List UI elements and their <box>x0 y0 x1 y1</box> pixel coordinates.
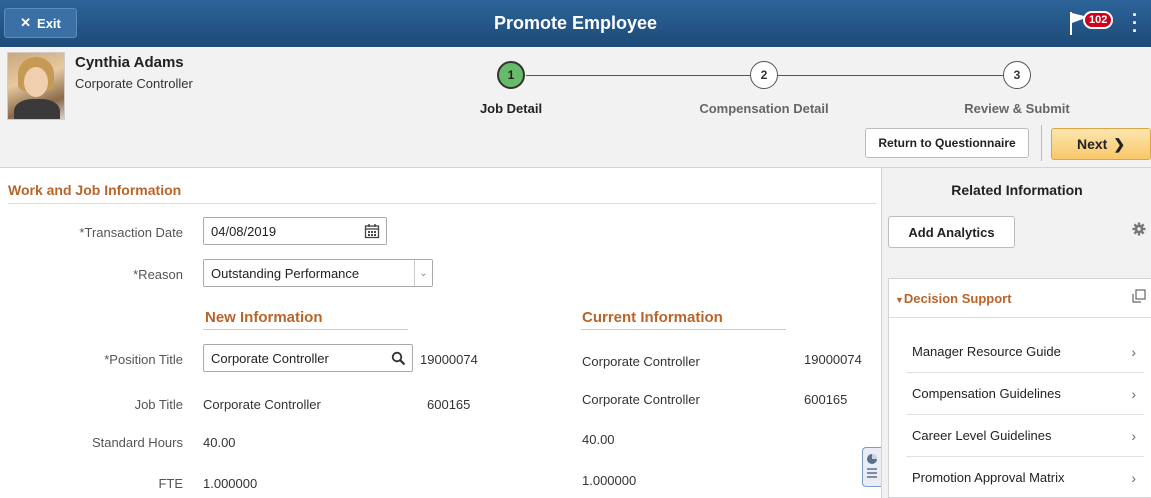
chevron-right-icon: › <box>1131 343 1136 360</box>
next-button[interactable]: Next ❯ <box>1051 128 1151 160</box>
current-job-title: Corporate Controller <box>582 392 700 407</box>
link-career-level-guidelines[interactable]: Career Level Guidelines › <box>906 415 1144 457</box>
next-label: Next <box>1076 136 1108 152</box>
current-information-divider <box>581 329 786 330</box>
chevron-right-icon: ❯ <box>1113 135 1126 152</box>
section-title: Work and Job Information <box>8 182 182 198</box>
link-compensation-guidelines[interactable]: Compensation Guidelines › <box>906 373 1144 415</box>
new-information-divider <box>203 329 408 330</box>
new-job-code: 600165 <box>427 397 471 412</box>
reason-select[interactable]: Outstanding Performance ⌄ <box>203 259 433 287</box>
pie-chart-icon <box>867 454 877 478</box>
link-promotion-approval-matrix[interactable]: Promotion Approval Matrix › <box>906 457 1144 497</box>
step-connector <box>526 75 750 76</box>
reason-label: *Reason <box>133 267 183 282</box>
tile-divider <box>889 317 1151 318</box>
related-information-panel: Related Information Add Analytics ▼Decis… <box>881 168 1151 498</box>
add-analytics-button[interactable]: Add Analytics <box>888 216 1015 248</box>
new-position-number: 19000074 <box>420 352 478 367</box>
employee-header: Cynthia Adams Corporate Controller 1 2 3… <box>0 47 1151 168</box>
transaction-date-value: 04/08/2019 <box>211 223 277 239</box>
new-standard-hours: 40.00 <box>203 435 236 450</box>
reason-value: Outstanding Performance <box>211 265 360 281</box>
related-information-title: Related Information <box>951 182 1083 198</box>
step-2-label[interactable]: Compensation Detail <box>679 101 849 116</box>
page-title: Promote Employee <box>493 13 658 33</box>
search-icon[interactable] <box>391 351 406 366</box>
position-title-field[interactable]: Corporate Controller <box>203 344 413 372</box>
current-position-title: Corporate Controller <box>582 354 700 369</box>
step-connector <box>777 75 1003 76</box>
current-information-title: Current Information <box>582 309 723 326</box>
new-fte: 1.000000 <box>203 476 258 491</box>
employee-role: Corporate Controller <box>75 76 193 91</box>
expand-icon[interactable] <box>1132 289 1146 303</box>
new-information-title: New Information <box>205 309 323 326</box>
step-1-circle[interactable]: 1 <box>497 61 525 89</box>
button-divider <box>1041 125 1042 161</box>
chevron-right-icon: › <box>1131 427 1136 444</box>
employee-name: Cynthia Adams <box>75 54 184 71</box>
title-banner: ✕ Exit Promote Employee 102 · · · <box>0 0 1151 47</box>
current-job-code: 600165 <box>804 392 848 407</box>
calendar-icon[interactable] <box>364 223 380 239</box>
chevron-down-icon[interactable]: ⌄ <box>414 260 432 286</box>
gear-icon[interactable] <box>1132 222 1146 236</box>
link-manager-resource-guide[interactable]: Manager Resource Guide › <box>906 331 1144 373</box>
chevron-right-icon: › <box>1131 469 1136 486</box>
position-title-label: *Position Title <box>104 352 183 367</box>
current-position-number: 19000074 <box>804 352 862 367</box>
current-standard-hours: 40.00 <box>582 432 615 447</box>
analytics-pivot-tab[interactable] <box>862 447 882 487</box>
position-title-value: Corporate Controller <box>211 350 329 366</box>
kebab-menu-icon[interactable]: · · · <box>1129 6 1141 40</box>
chevron-right-icon: › <box>1131 385 1136 402</box>
transaction-date-field[interactable]: 04/08/2019 <box>203 217 387 245</box>
fte-label: FTE <box>158 476 183 491</box>
step-1-label[interactable]: Job Detail <box>451 101 571 116</box>
collapse-triangle-icon: ▼ <box>895 295 904 305</box>
new-job-title: Corporate Controller <box>203 397 321 412</box>
decision-support-header[interactable]: ▼Decision Support <box>895 291 1012 306</box>
current-fte: 1.000000 <box>582 473 637 488</box>
step-3-circle[interactable]: 3 <box>1003 61 1031 89</box>
decision-support-tile: ▼Decision Support Manager Resource Guide… <box>888 278 1151 498</box>
standard-hours-label: Standard Hours <box>91 435 183 450</box>
section-divider <box>8 203 876 204</box>
step-3-label[interactable]: Review & Submit <box>947 101 1087 116</box>
step-2-circle[interactable]: 2 <box>750 61 778 89</box>
job-title-label: Job Title <box>134 397 183 412</box>
transaction-date-label: *Transaction Date <box>79 225 183 240</box>
avatar <box>7 52 65 120</box>
notification-badge[interactable]: 102 <box>1083 11 1114 29</box>
return-to-questionnaire-button[interactable]: Return to Questionnaire <box>865 128 1029 158</box>
